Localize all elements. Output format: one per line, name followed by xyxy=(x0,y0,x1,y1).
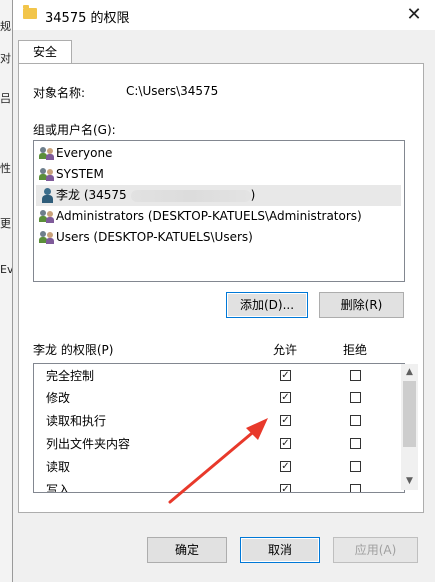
remove-button[interactable]: 删除(R) xyxy=(319,292,404,318)
bg-fragment: 更 xyxy=(0,217,11,230)
object-name-label: 对象名称: xyxy=(33,86,86,100)
bg-fragment: 吕 xyxy=(0,92,11,105)
users-icon xyxy=(39,210,55,223)
deny-checkbox[interactable] xyxy=(350,438,361,449)
allow-checkbox[interactable]: ✓ xyxy=(280,461,291,472)
scroll-up-icon[interactable]: ▲ xyxy=(401,364,418,381)
list-item-selected[interactable]: 李龙 (34575) xyxy=(36,185,401,206)
deny-checkbox[interactable] xyxy=(350,370,361,381)
list-item[interactable]: Everyone xyxy=(36,143,401,164)
deny-checkbox[interactable] xyxy=(350,415,361,426)
users-icon xyxy=(39,168,55,181)
deny-checkbox[interactable] xyxy=(350,484,361,492)
allow-checkbox[interactable]: ✓ xyxy=(280,370,291,381)
add-button[interactable]: 添加(D)... xyxy=(226,292,308,318)
list-item[interactable]: SYSTEM xyxy=(36,164,401,185)
permission-row: 列出文件夹内容 ✓ xyxy=(34,433,386,456)
tab-security[interactable]: 安全 xyxy=(18,40,72,65)
permissions-list: 完全控制 ✓ 修改 ✓ 读取和执行 ✓ 列出文件夹内容 ✓ 读取 ✓ 写入 ✓ xyxy=(33,363,405,493)
permission-row: 写入 ✓ xyxy=(34,479,386,492)
permissions-label: 李龙 的权限(P) xyxy=(33,343,114,357)
window-title: 34575 的权限 xyxy=(45,11,130,26)
list-item[interactable]: Users (DESKTOP-KATUELS\Users) xyxy=(36,227,401,248)
permission-row: 读取和执行 ✓ xyxy=(34,410,386,433)
redaction-blur xyxy=(130,189,251,202)
bg-fragment: 性 xyxy=(0,162,11,175)
groups-listbox[interactable]: Everyone SYSTEM 李龙 (34575) Administrator… xyxy=(33,140,405,282)
scroll-thumb[interactable] xyxy=(403,381,416,447)
allow-checkbox[interactable]: ✓ xyxy=(280,392,291,403)
deny-header: 拒绝 xyxy=(343,343,368,357)
permission-row: 读取 ✓ xyxy=(34,456,386,479)
user-icon xyxy=(41,188,53,203)
close-icon[interactable]: ✕ xyxy=(399,2,429,28)
allow-checkbox[interactable]: ✓ xyxy=(280,415,291,426)
cancel-button[interactable]: 取消 xyxy=(240,537,320,563)
object-name-value: C:\Users\34575 xyxy=(126,84,219,98)
permission-row: 修改 ✓ xyxy=(34,387,386,410)
users-icon xyxy=(39,147,55,160)
apply-button[interactable]: 应用(A) xyxy=(333,537,418,563)
allow-checkbox[interactable]: ✓ xyxy=(280,438,291,449)
folder-icon xyxy=(23,5,37,19)
bg-fragment: 规 xyxy=(0,20,11,33)
ok-button[interactable]: 确定 xyxy=(147,537,227,563)
permissions-scrollbar[interactable]: ▲ ▼ xyxy=(401,364,418,490)
permissions-dialog: 34575 的权限 ✕ 安全 对象名称: C:\Users\34575 组或用户… xyxy=(12,0,435,582)
scroll-down-icon[interactable]: ▼ xyxy=(401,473,418,490)
groups-label: 组或用户名(G): xyxy=(33,123,116,137)
permission-row: 完全控制 ✓ xyxy=(34,365,386,388)
users-icon xyxy=(39,231,55,244)
list-item[interactable]: Administrators (DESKTOP-KATUELS\Administ… xyxy=(36,206,401,227)
allow-header: 允许 xyxy=(273,343,298,357)
title-bar[interactable]: 34575 的权限 ✕ xyxy=(13,0,435,30)
deny-checkbox[interactable] xyxy=(350,392,361,403)
allow-checkbox[interactable]: ✓ xyxy=(280,484,291,492)
deny-checkbox[interactable] xyxy=(350,461,361,472)
bg-fragment: 对 xyxy=(0,52,11,65)
